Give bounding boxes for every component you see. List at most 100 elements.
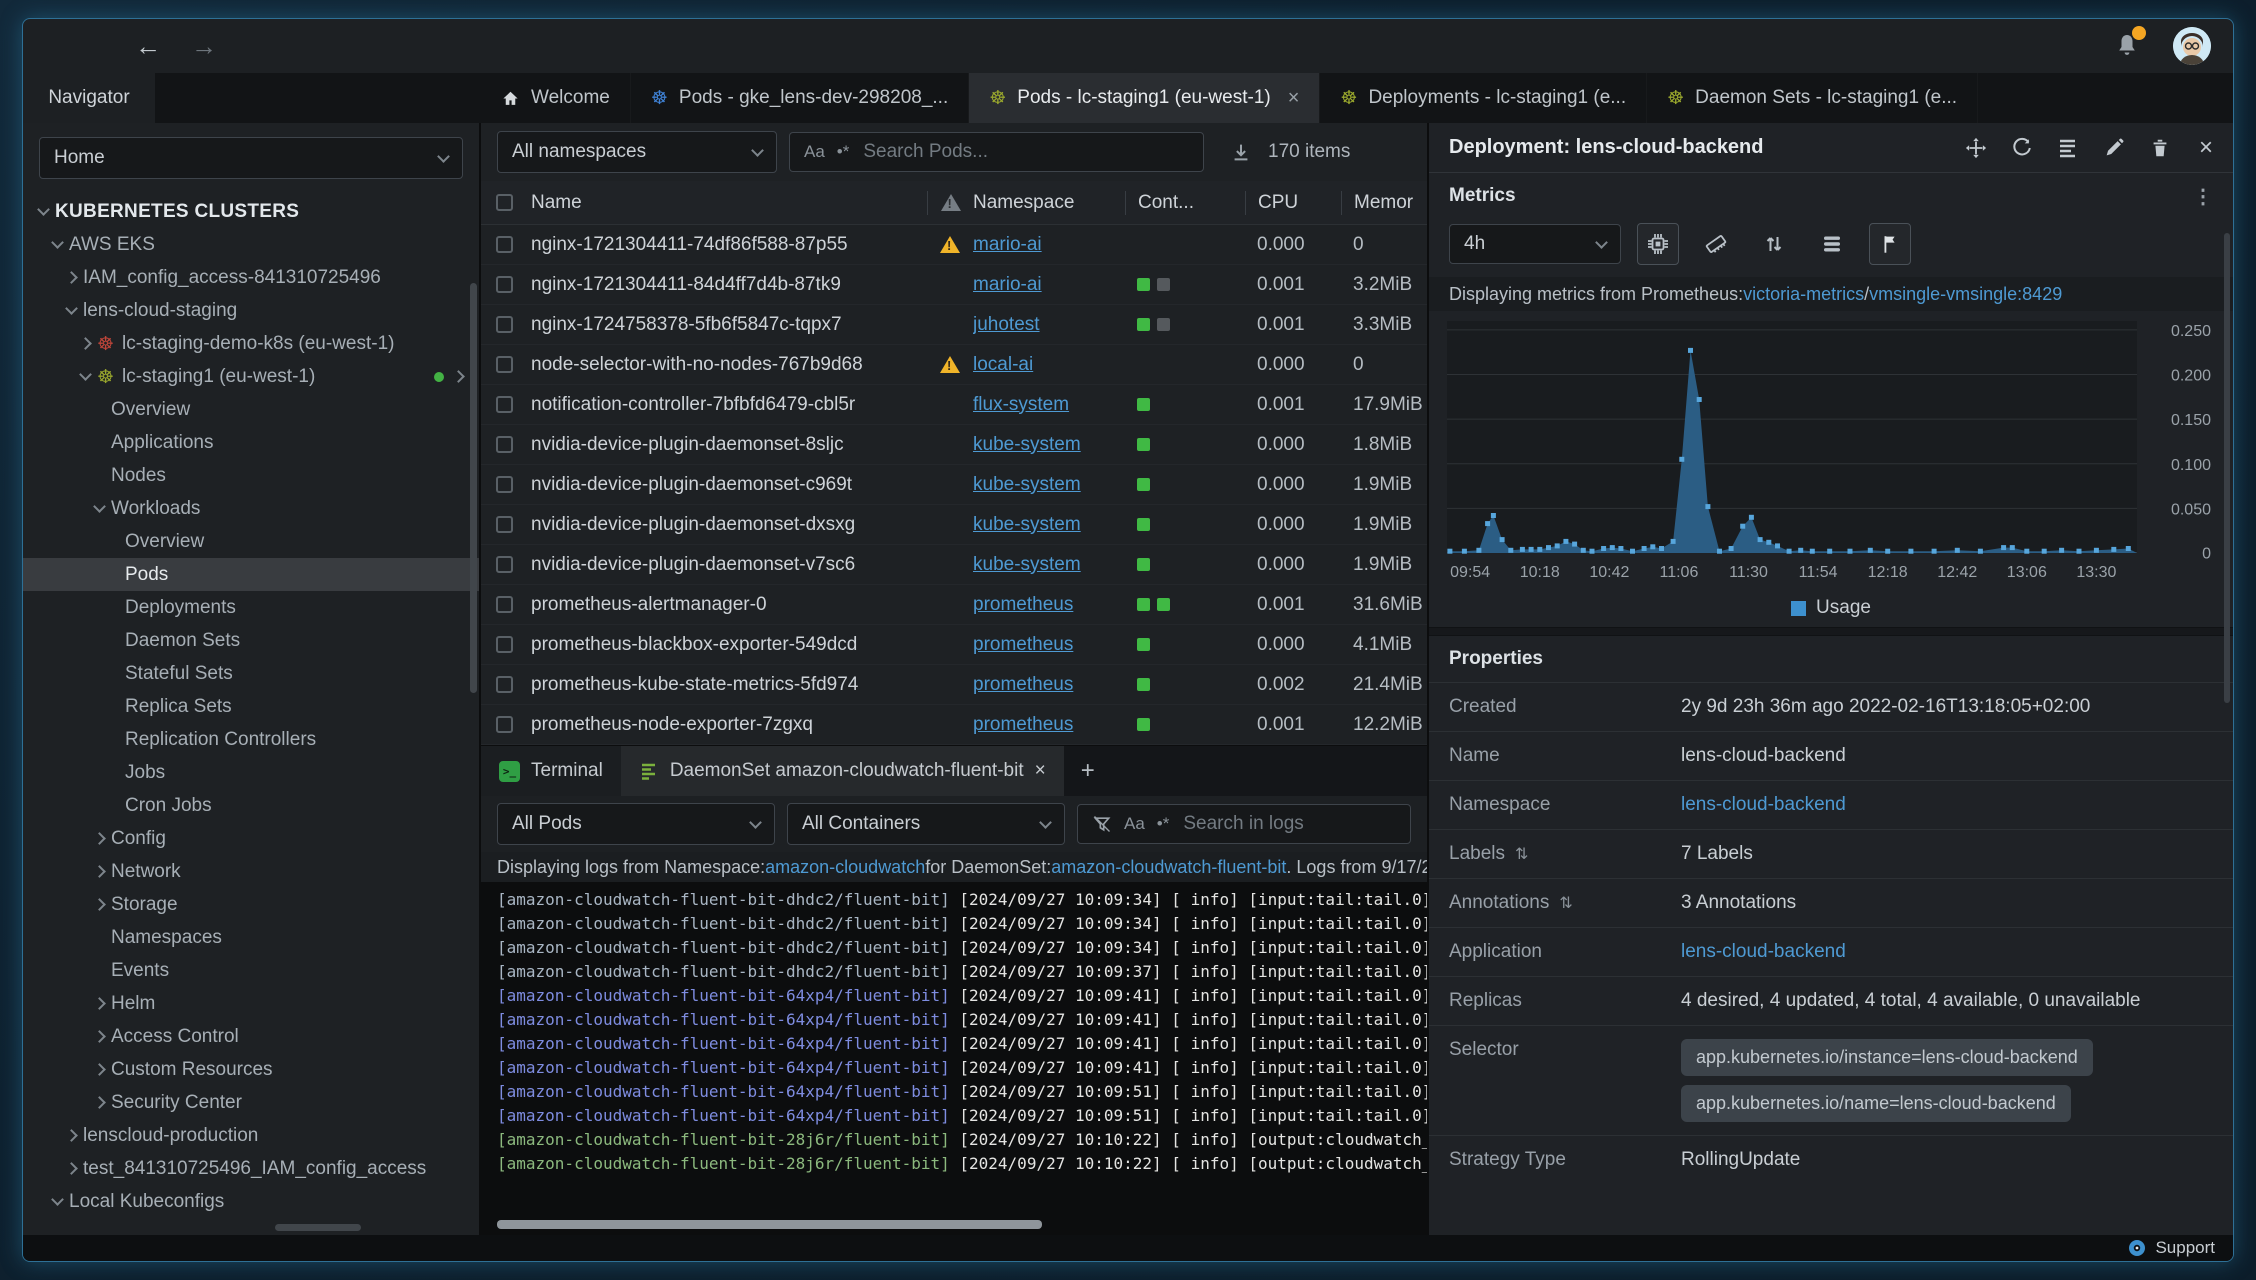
new-dock-tab-button[interactable]: + [1064,746,1112,796]
back-arrow-icon[interactable]: ← [135,33,161,59]
namespace-link[interactable]: amazon-cloudwatch [765,857,925,878]
row-checkbox[interactable] [495,396,513,413]
row-checkbox[interactable] [495,276,513,293]
namespace-link[interactable]: prometheus [973,634,1073,655]
edit-pencil-icon[interactable] [2103,137,2125,159]
sidebar-item-network[interactable]: Network [23,855,479,888]
chevron-right-icon[interactable] [452,370,465,383]
user-avatar[interactable] [2173,27,2211,65]
row-checkbox[interactable] [495,596,513,613]
sidebar-item-security-center[interactable]: Security Center [23,1086,479,1119]
table-row-notification-controller-7bfbfd6479-cbl5r[interactable]: notification-controller-7bfbfd6479-cbl5r… [481,385,1427,425]
sidebar-item-replication-controllers[interactable]: Replication Controllers [23,723,479,756]
sidebar-item-replica-sets[interactable]: Replica Sets [23,690,479,723]
namespace-link[interactable]: kube-system [973,514,1081,535]
namespace-link[interactable]: mario-ai [973,274,1042,295]
navigator-tab[interactable]: Navigator [23,73,155,123]
regex-icon[interactable]: •* [837,142,850,162]
namespace-link[interactable]: flux-system [973,394,1069,415]
row-checkbox[interactable] [495,716,513,733]
sidebar-item-lens-cloud-staging[interactable]: lens-cloud-staging [23,294,479,327]
logs-horizontal-scrollbar[interactable] [497,1220,1042,1229]
sidebar-item-custom-resources[interactable]: Custom Resources [23,1053,479,1086]
column-header-memory[interactable]: Memor [1341,190,1427,215]
download-icon[interactable] [1230,141,1252,163]
move-icon[interactable] [1965,137,1987,159]
expand-toggle-icon[interactable]: ⇅ [1559,893,1572,913]
sidebar-item-lc-staging1-eu-west-1[interactable]: ☸ lc-staging1 (eu-west-1) [23,360,479,393]
close-icon[interactable]: × [1035,760,1046,782]
namespace-link[interactable]: mario-ai [973,234,1042,255]
chevron-right-icon[interactable] [64,1129,78,1142]
log-output[interactable]: [amazon-cloudwatch-fluent-bit-dhdc2/flue… [481,882,1427,1235]
select-all-checkbox[interactable] [495,194,513,211]
namespace-link[interactable]: prometheus [973,594,1073,615]
column-header-namespace[interactable]: Namespace [973,192,1125,214]
detail-vertical-scrollbar[interactable] [2224,233,2230,703]
sidebar-item-nodes[interactable]: Nodes [23,459,479,492]
flag-button[interactable] [1869,223,1911,265]
namespace-select[interactable]: All namespaces [497,131,777,173]
forward-arrow-icon[interactable]: → [191,33,217,59]
cpu-metric-button[interactable] [1637,223,1679,265]
chevron-down-icon[interactable] [78,368,92,381]
prometheus-namespace-link[interactable]: victoria-metrics [1743,284,1864,305]
table-row-nvidia-device-plugin-daemonset-8sljc[interactable]: nvidia-device-plugin-daemonset-8sljc kube… [481,425,1427,465]
tab-deployments-lc-staging1-e[interactable]: ☸ Deployments - lc-staging1 (e... [1320,73,1648,123]
sidebar-item-events[interactable]: Events [23,954,479,987]
chevron-right-icon[interactable] [92,898,106,911]
match-case-icon[interactable]: Aa [1124,814,1145,834]
dock-tab-logs[interactable]: DaemonSet amazon-cloudwatch-fluent-bit × [620,746,1064,796]
chevron-right-icon[interactable] [78,337,92,350]
refresh-icon[interactable] [2011,137,2033,159]
property-value[interactable]: lens-cloud-backend [1681,941,2213,963]
legend-label[interactable]: Usage [1816,597,1871,619]
tab-pods-lc-staging1-eu-west-1[interactable]: ☸ Pods - lc-staging1 (eu-west-1) × [969,73,1321,123]
namespace-link[interactable]: prometheus [973,714,1073,735]
table-row-node-selector-with-no-nodes-767b9d68[interactable]: node-selector-with-no-nodes-767b9d68 loca… [481,345,1427,385]
tab-welcome[interactable]: Welcome [481,73,631,123]
table-row-prometheus-node-exporter-7zgxq[interactable]: prometheus-node-exporter-7zgxq prometheus… [481,705,1427,745]
memory-metric-button[interactable] [1695,223,1737,265]
catalog-select[interactable]: Home [39,137,463,179]
time-range-select[interactable]: 4h [1449,224,1621,264]
row-checkbox[interactable] [495,556,513,573]
table-row-nvidia-device-plugin-daemonset-c969t[interactable]: nvidia-device-plugin-daemonset-c969t kube… [481,465,1427,505]
sidebar-item-lc-staging-demo-k8s-eu-west-1[interactable]: ☸ lc-staging-demo-k8s (eu-west-1) [23,327,479,360]
logs-search-box[interactable]: Aa •* [1077,804,1411,844]
namespace-link[interactable]: local-ai [973,354,1033,375]
sidebar-item-access-control[interactable]: Access Control [23,1020,479,1053]
tab-pods-gke-lens-dev-298208[interactable]: ☸ Pods - gke_lens-dev-298208_... [631,73,970,123]
pods-search-input[interactable] [861,140,1189,164]
pods-search-box[interactable]: Aa •* [789,132,1204,172]
sidebar-item-namespaces[interactable]: Namespaces [23,921,479,954]
sidebar-item-pods[interactable]: Pods [23,558,479,591]
sidebar-item-deployments[interactable]: Deployments [23,591,479,624]
kebab-menu-icon[interactable]: ⋮ [2193,184,2213,209]
sidebar-item-applications[interactable]: Applications [23,426,479,459]
chevron-down-icon[interactable] [64,302,78,315]
chevron-right-icon[interactable] [92,997,106,1010]
sidebar-item-storage[interactable]: Storage [23,888,479,921]
table-row-prometheus-blackbox-exporter-549dcd[interactable]: prometheus-blackbox-exporter-549dcd prome… [481,625,1427,665]
sidebar-item-local-kubeconfigs[interactable]: Local Kubeconfigs [23,1185,479,1218]
row-checkbox[interactable] [495,516,513,533]
namespace-link[interactable]: prometheus [973,674,1073,695]
column-header-name[interactable]: Name [527,192,927,214]
close-icon[interactable]: × [2199,134,2213,162]
column-header-containers[interactable]: Cont... [1125,190,1245,215]
sidebar-item-cron-jobs[interactable]: Cron Jobs [23,789,479,822]
sidebar-item-config[interactable]: Config [23,822,479,855]
column-header-cpu[interactable]: CPU [1245,190,1341,215]
dock-tab-terminal[interactable]: >_ Terminal [481,746,621,796]
row-checkbox[interactable] [495,356,513,373]
sidebar-item-jobs[interactable]: Jobs [23,756,479,789]
table-row-prometheus-kube-state-metrics-5fd974[interactable]: prometheus-kube-state-metrics-5fd974 prom… [481,665,1427,705]
sidebar-item-stateful-sets[interactable]: Stateful Sets [23,657,479,690]
match-case-icon[interactable]: Aa [804,142,825,162]
sidebar-item-test-841310725496-iam-config-access[interactable]: test_841310725496_IAM_config_access [23,1152,479,1185]
sidebar-item-iam-config-access-841310725496[interactable]: IAM_config_access-841310725496 [23,261,479,294]
namespace-link[interactable]: juhotest [973,314,1040,335]
chevron-right-icon[interactable] [92,1030,106,1043]
sidebar-item-helm[interactable]: Helm [23,987,479,1020]
